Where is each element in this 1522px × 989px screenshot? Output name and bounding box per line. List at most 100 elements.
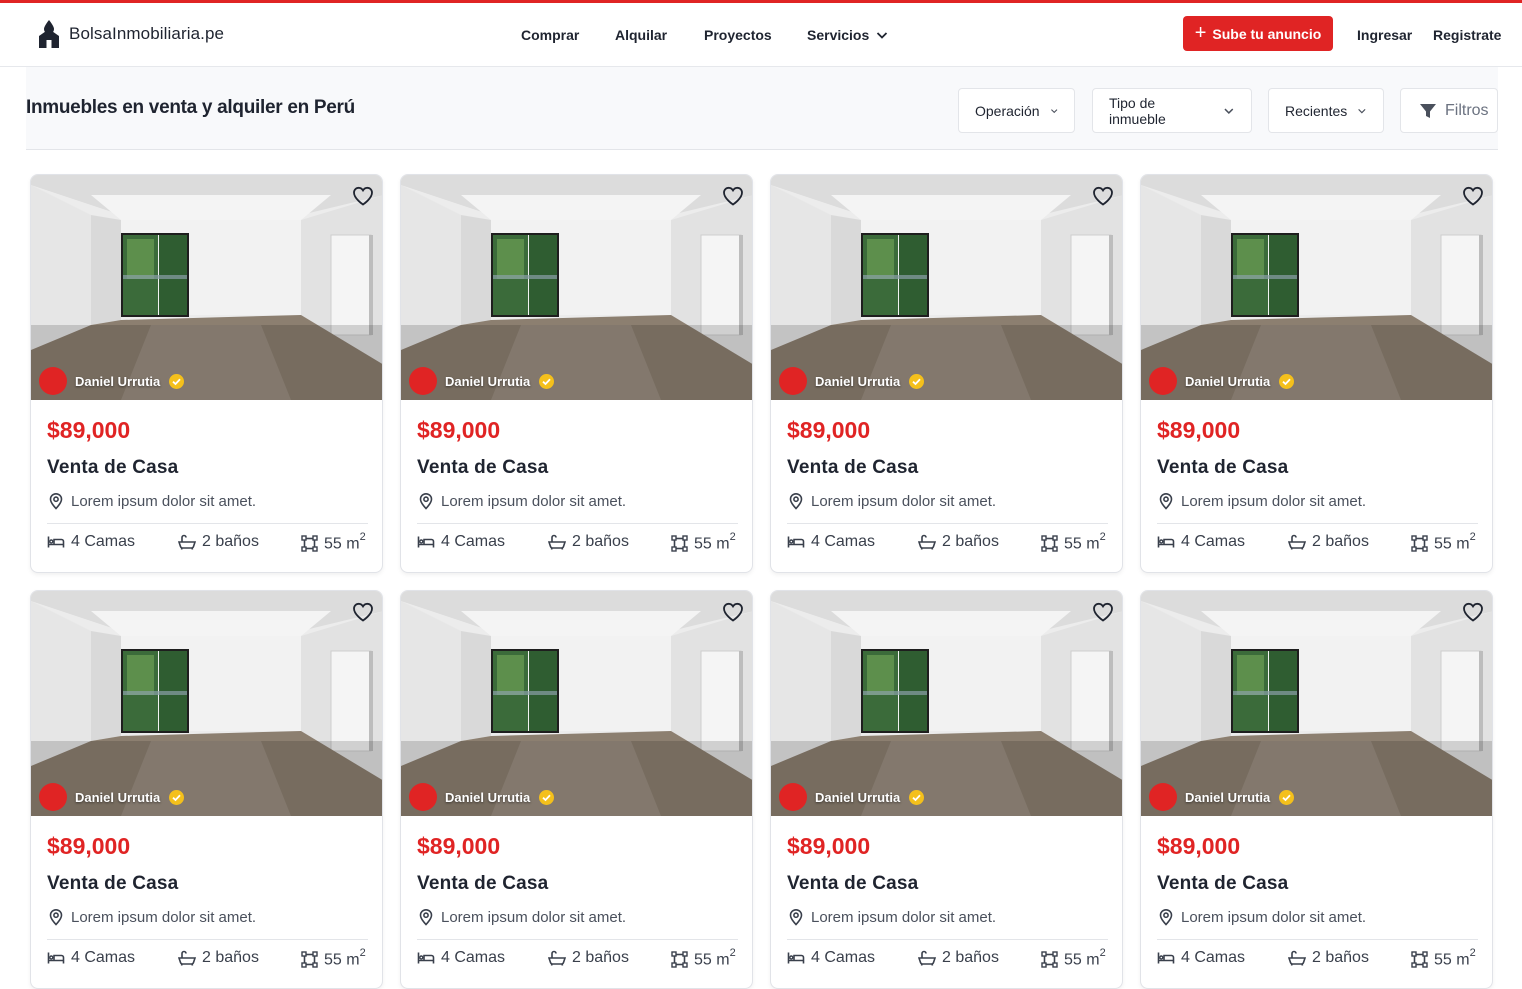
listing-price: $89,000 xyxy=(417,417,501,443)
agent-name: Daniel Urrutia xyxy=(1185,373,1271,389)
post-listing-button[interactable]: + Sube tu anuncio xyxy=(1183,16,1333,51)
listing-card[interactable]: Daniel Urrutia $89,000 Venta de Casa Lor… xyxy=(770,174,1123,573)
area-unit-exponent: 2 xyxy=(729,947,736,959)
divider xyxy=(787,939,1108,940)
listing-beds: 4 Camas xyxy=(47,949,135,967)
nav-alquilar-label: Alquilar xyxy=(615,27,668,43)
login-link[interactable]: Ingresar xyxy=(1357,3,1412,67)
divider xyxy=(47,523,368,524)
area-value: 55 m xyxy=(1434,951,1470,969)
nav-comprar[interactable]: Comprar xyxy=(521,3,579,67)
listing-title[interactable]: Venta de Casa xyxy=(47,873,178,895)
heart-outline-icon[interactable] xyxy=(721,184,745,208)
brand-logo[interactable]: BolsaInmobiliaria.pe xyxy=(37,18,224,50)
map-pin-icon xyxy=(419,492,433,510)
listing-title[interactable]: Venta de Casa xyxy=(1157,873,1288,895)
area-value: 55 m xyxy=(1064,535,1100,553)
listing-agent[interactable]: Daniel Urrutia xyxy=(409,783,555,811)
listing-card[interactable]: Daniel Urrutia $89,000 Venta de Casa Lor… xyxy=(1140,174,1493,573)
listing-card[interactable]: Daniel Urrutia $89,000 Venta de Casa Lor… xyxy=(30,590,383,989)
listing-price: $89,000 xyxy=(787,833,871,859)
beds-text: 4 Camas xyxy=(1181,533,1246,550)
verified-badge-icon xyxy=(169,373,185,389)
listing-title[interactable]: Venta de Casa xyxy=(787,457,918,479)
listing-beds: 4 Camas xyxy=(1157,949,1245,967)
register-label: Registrate xyxy=(1433,27,1502,43)
listing-location: Lorem ipsum dolor sit amet. xyxy=(417,492,626,510)
listing-title[interactable]: Venta de Casa xyxy=(787,873,918,895)
listing-baths: 2 baños xyxy=(548,533,629,551)
listing-beds: 4 Camas xyxy=(1157,533,1245,551)
listing-baths: 2 baños xyxy=(1288,533,1369,551)
baths-text: 2 baños xyxy=(572,533,629,550)
listing-card[interactable]: Daniel Urrutia $89,000 Venta de Casa Lor… xyxy=(1140,590,1493,989)
area-icon xyxy=(1411,534,1428,552)
listing-area: 55 m2 xyxy=(1411,531,1476,553)
property-type-select[interactable]: Tipo de inmueble xyxy=(1092,88,1252,133)
location-text: Lorem ipsum dolor sit amet. xyxy=(1181,492,1367,510)
heart-outline-icon[interactable] xyxy=(721,600,745,624)
heart-outline-icon[interactable] xyxy=(351,600,375,624)
beds-text: 4 Camas xyxy=(1181,949,1246,966)
register-link[interactable]: Registrate xyxy=(1433,3,1501,67)
listing-agent[interactable]: Daniel Urrutia xyxy=(1149,783,1295,811)
listing-beds: 4 Camas xyxy=(417,949,505,967)
heart-outline-icon[interactable] xyxy=(1091,184,1115,208)
map-pin-icon xyxy=(789,492,803,510)
listing-title[interactable]: Venta de Casa xyxy=(417,873,548,895)
heart-outline-icon[interactable] xyxy=(351,184,375,208)
location-text: Lorem ipsum dolor sit amet. xyxy=(71,492,257,510)
nav-servicios[interactable]: Servicios xyxy=(807,3,889,67)
listing-title[interactable]: Venta de Casa xyxy=(1157,457,1288,479)
bed-icon xyxy=(417,536,435,548)
area-unit-exponent: 2 xyxy=(359,531,366,543)
listing-card[interactable]: Daniel Urrutia $89,000 Venta de Casa Lor… xyxy=(30,174,383,573)
bathtub-icon xyxy=(548,534,566,550)
area-unit-exponent: 2 xyxy=(1099,531,1106,543)
listing-agent[interactable]: Daniel Urrutia xyxy=(779,783,925,811)
divider xyxy=(417,523,738,524)
listing-card[interactable]: Daniel Urrutia $89,000 Venta de Casa Lor… xyxy=(400,174,753,573)
post-listing-label: Sube tu anuncio xyxy=(1212,25,1322,42)
listing-agent[interactable]: Daniel Urrutia xyxy=(409,367,555,395)
listing-card[interactable]: Daniel Urrutia $89,000 Venta de Casa Lor… xyxy=(400,590,753,989)
chevron-down-icon xyxy=(1224,108,1234,114)
brand-name: BolsaInmobiliaria.pe xyxy=(69,24,225,43)
listing-agent[interactable]: Daniel Urrutia xyxy=(39,367,185,395)
listing-title[interactable]: Venta de Casa xyxy=(417,457,548,479)
listing-price: $89,000 xyxy=(1157,417,1241,443)
listing-photo: Daniel Urrutia xyxy=(31,175,382,400)
listing-location: Lorem ipsum dolor sit amet. xyxy=(47,908,256,926)
area-text: 55 m2 xyxy=(694,531,736,553)
avatar xyxy=(1149,367,1177,395)
heart-outline-icon[interactable] xyxy=(1091,600,1115,624)
listing-baths: 2 baños xyxy=(178,949,259,967)
beds-text: 4 Camas xyxy=(811,949,876,966)
listing-title[interactable]: Venta de Casa xyxy=(47,457,178,479)
baths-text: 2 baños xyxy=(202,533,259,550)
operation-select[interactable]: Operación xyxy=(958,88,1075,133)
baths-text: 2 baños xyxy=(202,949,259,966)
nav-alquilar[interactable]: Alquilar xyxy=(615,3,667,67)
heart-outline-icon[interactable] xyxy=(1461,184,1485,208)
baths-text: 2 baños xyxy=(1312,949,1369,966)
avatar xyxy=(409,783,437,811)
listing-location: Lorem ipsum dolor sit amet. xyxy=(417,908,626,926)
bed-icon xyxy=(47,952,65,964)
location-text: Lorem ipsum dolor sit amet. xyxy=(811,492,997,510)
bathtub-icon xyxy=(178,534,196,550)
filters-button[interactable]: Filtros xyxy=(1400,88,1498,133)
listing-price: $89,000 xyxy=(47,417,131,443)
heart-outline-icon[interactable] xyxy=(1461,600,1485,624)
listing-agent[interactable]: Daniel Urrutia xyxy=(1149,367,1295,395)
listing-price: $89,000 xyxy=(787,417,871,443)
area-icon xyxy=(301,950,318,968)
nav-proyectos[interactable]: Proyectos xyxy=(704,3,772,67)
listing-card[interactable]: Daniel Urrutia $89,000 Venta de Casa Lor… xyxy=(770,590,1123,989)
sort-select[interactable]: Recientes xyxy=(1268,88,1384,133)
listing-agent[interactable]: Daniel Urrutia xyxy=(39,783,185,811)
area-unit-exponent: 2 xyxy=(1469,947,1476,959)
avatar xyxy=(409,367,437,395)
listing-agent[interactable]: Daniel Urrutia xyxy=(779,367,925,395)
area-icon xyxy=(1041,534,1058,552)
